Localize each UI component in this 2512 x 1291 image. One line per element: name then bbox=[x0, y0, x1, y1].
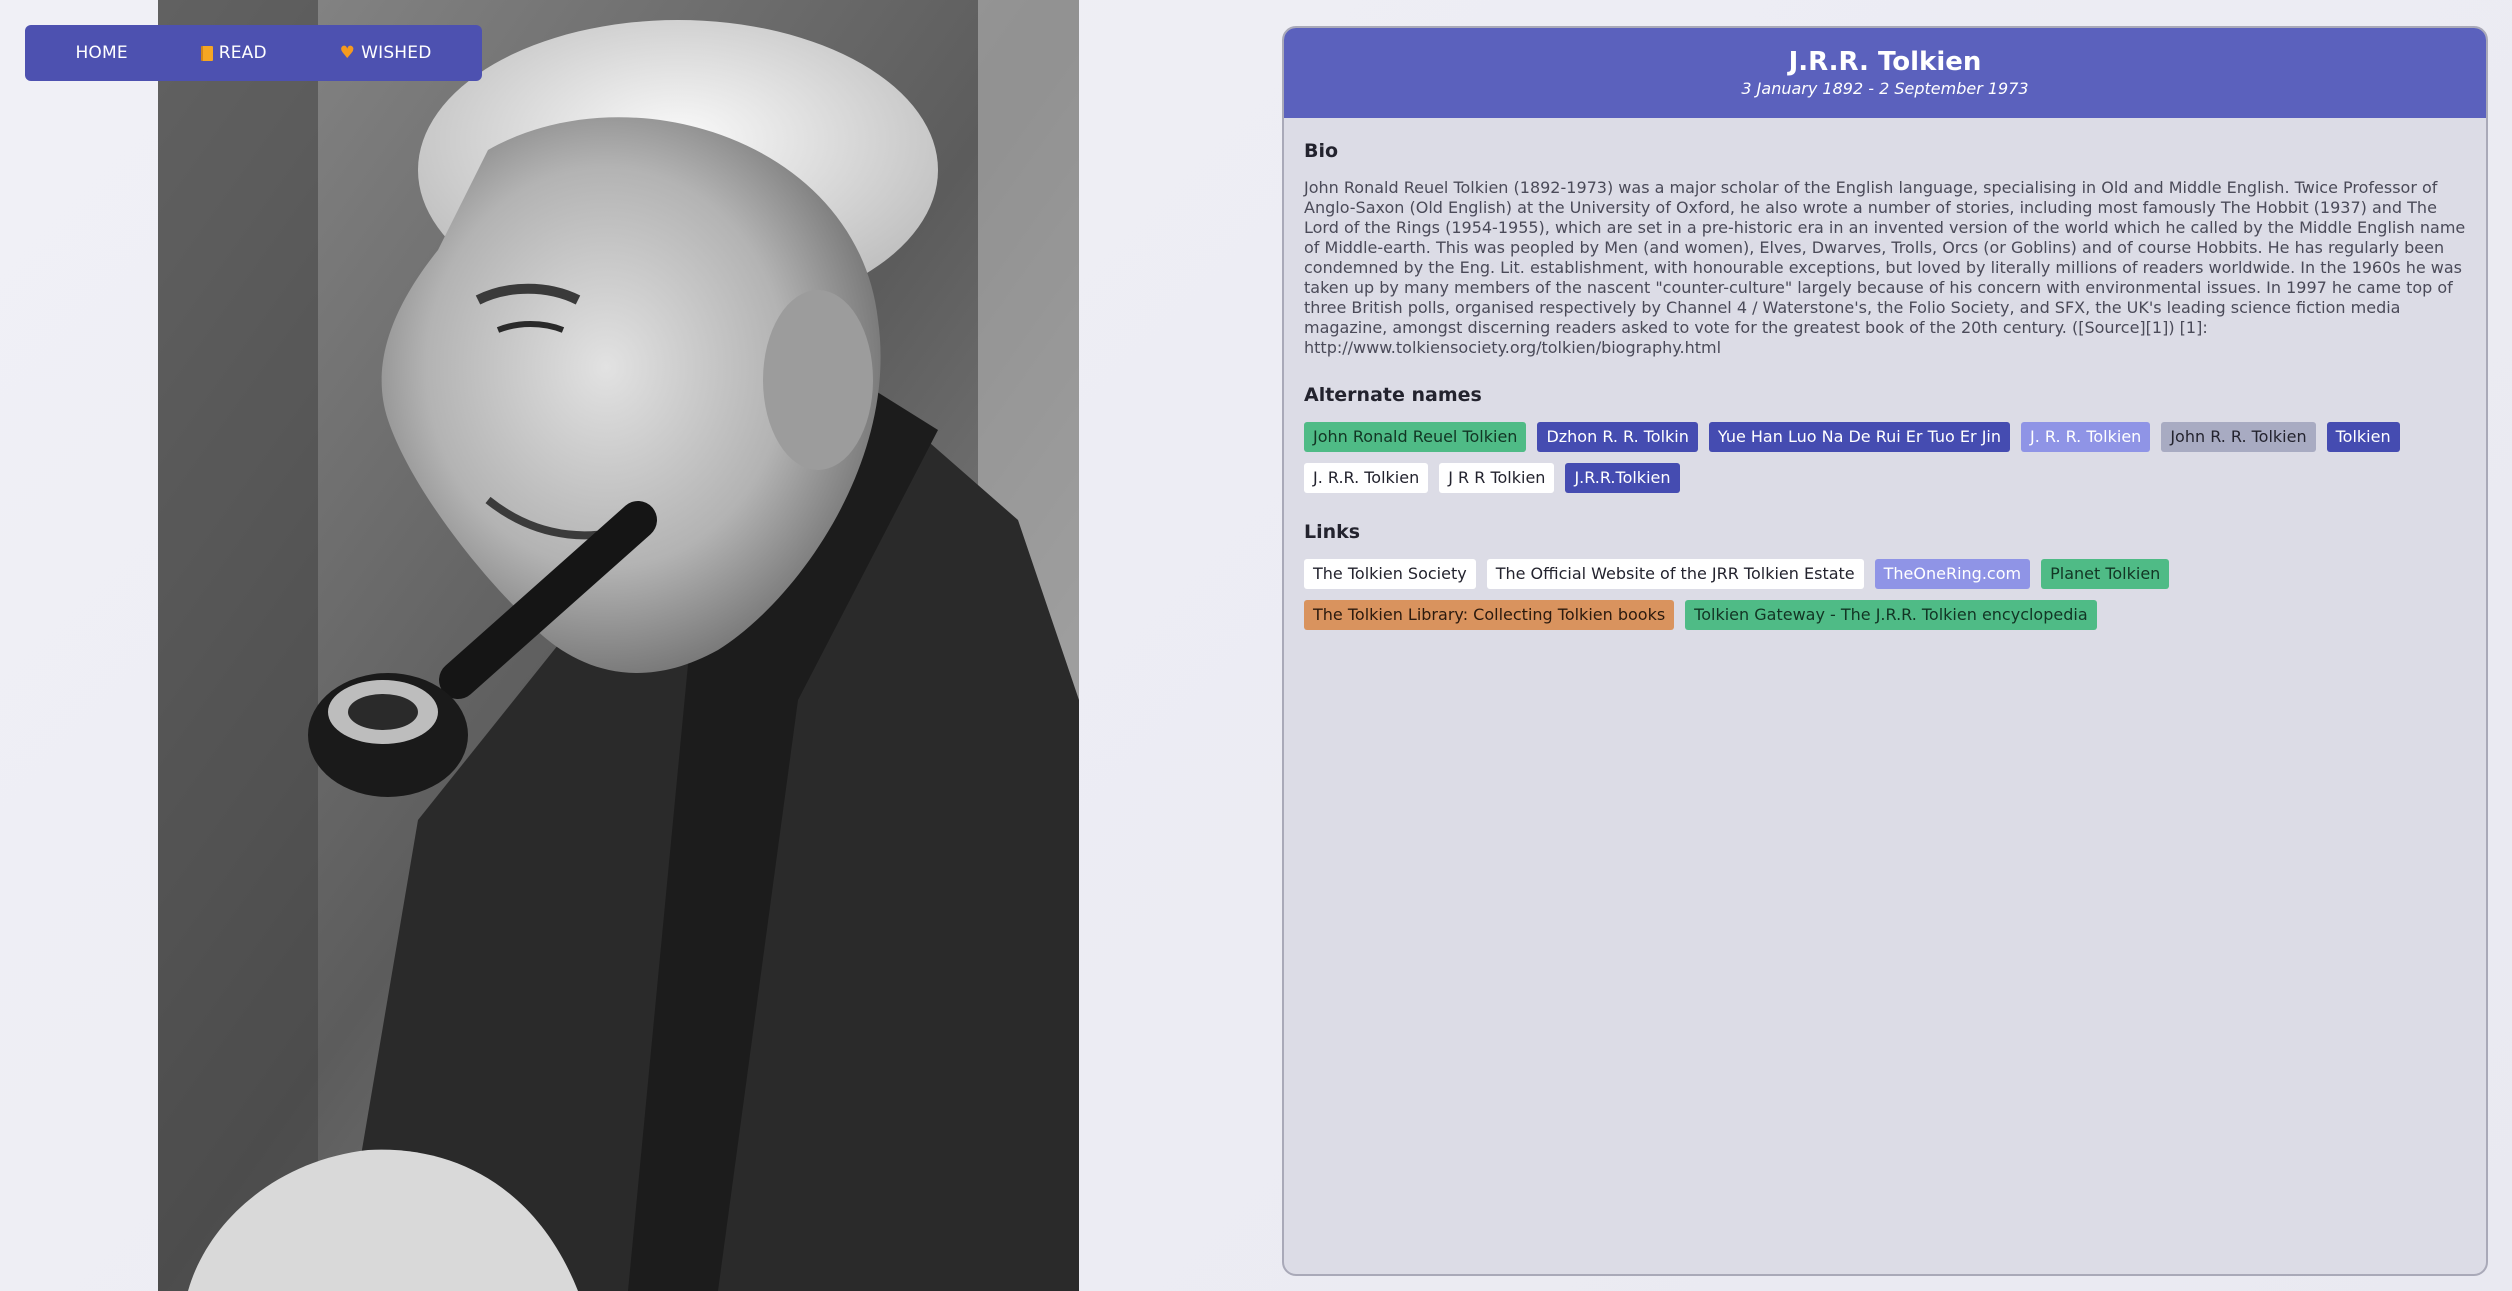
alternate-names-list: John Ronald Reuel Tolkien Dzhon R. R. Tol… bbox=[1304, 422, 2466, 493]
nav-wished-button[interactable]: ♥ WISHED bbox=[340, 43, 432, 63]
alternate-name-tag[interactable]: Tolkien bbox=[2326, 422, 2400, 452]
external-link-tag[interactable]: The Tolkien Library: Collecting Tolkien … bbox=[1304, 600, 1675, 630]
external-link-tag[interactable]: The Tolkien Society bbox=[1304, 559, 1476, 589]
alternate-name-tag[interactable]: John Ronald Reuel Tolkien bbox=[1304, 422, 1527, 452]
heart-icon: ♥ bbox=[339, 43, 356, 63]
bio-heading: Bio bbox=[1304, 140, 1339, 162]
external-link-tag[interactable]: TheOneRing.com bbox=[1874, 559, 2031, 589]
author-name: J.R.R. Tolkien bbox=[1788, 47, 1982, 77]
card-header: J.R.R. Tolkien 3 January 1892 - 2 Septem… bbox=[1284, 28, 2486, 118]
card-body: Bio John Ronald Reuel Tolkien (1892-1973… bbox=[1284, 118, 2486, 630]
alternate-name-tag[interactable]: J. R.R. Tolkien bbox=[1304, 463, 1429, 493]
alternate-name-tag[interactable]: J.R.R.Tolkien bbox=[1565, 463, 1680, 493]
nav-home-button[interactable]: HOME bbox=[75, 43, 127, 63]
bio-text: John Ronald Reuel Tolkien (1892-1973) wa… bbox=[1304, 178, 2466, 357]
alternate-name-tag[interactable]: J. R. R. Tolkien bbox=[2021, 422, 2151, 452]
nav-wished-label: WISHED bbox=[361, 43, 432, 63]
nav-home-label: HOME bbox=[75, 43, 128, 63]
alternate-name-tag[interactable]: Yue Han Luo Na De Rui Er Tuo Er Jin bbox=[1708, 422, 2010, 452]
top-nav: HOME READ ♥ WISHED bbox=[25, 25, 482, 81]
nav-read-button[interactable]: READ bbox=[200, 43, 267, 63]
alternate-name-tag[interactable]: Dzhon R. R. Tolkin bbox=[1537, 422, 1698, 452]
alternate-name-tag[interactable]: J R R Tolkien bbox=[1439, 463, 1555, 493]
author-photo bbox=[158, 0, 1079, 1291]
external-link-tag[interactable]: The Official Website of the JRR Tolkien … bbox=[1486, 559, 1864, 589]
alternate-name-tag[interactable]: John R. R. Tolkien bbox=[2161, 422, 2316, 452]
external-link-tag[interactable]: Planet Tolkien bbox=[2041, 559, 2170, 589]
nav-read-label: READ bbox=[218, 43, 267, 63]
links-heading: Links bbox=[1304, 521, 1361, 543]
book-icon bbox=[200, 45, 213, 61]
alternate-names-heading: Alternate names bbox=[1304, 384, 1482, 406]
author-dates: 3 January 1892 - 2 September 1973 bbox=[1741, 79, 2029, 98]
external-link-tag[interactable]: Tolkien Gateway - The J.R.R. Tolkien enc… bbox=[1685, 600, 2097, 630]
author-card: J.R.R. Tolkien 3 January 1892 - 2 Septem… bbox=[1282, 26, 2488, 1276]
links-list: The Tolkien Society The Official Website … bbox=[1304, 559, 2466, 630]
